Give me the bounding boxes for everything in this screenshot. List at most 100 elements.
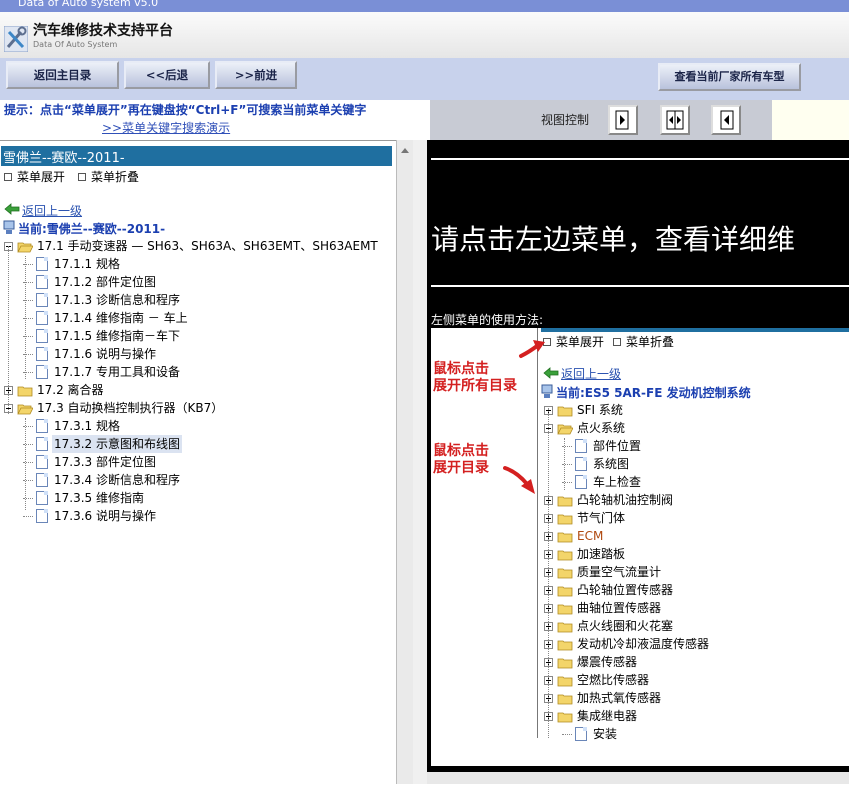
arrow-right-icon bbox=[615, 110, 629, 130]
demo-tree-folder-item: 凸轮轴机油控制阀 bbox=[431, 491, 849, 509]
left-tree-item-label: 17.1.5 维修指南－车下 bbox=[54, 329, 180, 343]
all-models-button[interactable]: 查看当前厂家所有车型 bbox=[658, 63, 801, 91]
demo-title-bar bbox=[541, 328, 849, 332]
menu-collapse-button[interactable]: 菜单折叠 bbox=[78, 168, 139, 185]
left-tree-folder-item[interactable]: 17.1 手动变速器 — SH63、SH63A、SH63EMT、SH63AEMT bbox=[0, 237, 395, 255]
folder-icon bbox=[557, 692, 573, 705]
left-tree-folder-item[interactable]: 17.3 自动换档控制执行器（KB7） bbox=[0, 399, 395, 417]
tree-connector bbox=[548, 408, 549, 738]
tip-text: 提示：点击“菜单展开”再在键盘按“Ctrl+F”可搜索当前菜单关键字 bbox=[4, 103, 367, 117]
document-icon bbox=[36, 455, 48, 469]
left-tree-doc-item[interactable]: 17.1.1 规格 bbox=[0, 255, 395, 273]
demo-tree-item-label: 加热式氧传感器 bbox=[577, 691, 662, 705]
expand-square-icon bbox=[4, 172, 12, 181]
left-tree-item-label: 17.3 自动换档控制执行器（KB7） bbox=[37, 401, 224, 415]
demo-tree-folder-item: SFI 系统 bbox=[431, 401, 849, 419]
left-tree-doc-item[interactable]: 17.1.6 说明与操作 bbox=[0, 345, 395, 363]
left-tree-doc-item[interactable]: 17.3.6 说明与操作 bbox=[0, 507, 395, 525]
left-tree-doc-item[interactable]: 17.3.2 示意图和布线图 bbox=[0, 435, 395, 453]
folder-open-icon bbox=[557, 422, 574, 435]
document-icon bbox=[36, 275, 48, 289]
left-tree-doc-item[interactable]: 17.1.4 维修指南 － 车上 bbox=[0, 309, 395, 327]
demo-tree-item-label: SFI 系统 bbox=[577, 403, 623, 417]
demo-tree-item-label: 加速踏板 bbox=[577, 547, 626, 561]
left-tree-doc-item[interactable]: 17.1.5 维修指南－车下 bbox=[0, 327, 395, 345]
window-titlebar: Data of Auto system v5.0 bbox=[0, 0, 849, 12]
demo-tree-item-label: 点火线圈和火花塞 bbox=[577, 619, 674, 633]
demo-tree-folder-item: ECM bbox=[431, 527, 849, 545]
left-tree-item-label: 17.3.4 诊断信息和程序 bbox=[54, 473, 180, 487]
home-button[interactable]: 返回主目录 bbox=[6, 61, 119, 89]
tree-connector bbox=[562, 734, 572, 735]
tree-connector bbox=[23, 516, 33, 517]
demo-tree-item-label: 部件位置 bbox=[593, 439, 642, 453]
back-arrow-icon bbox=[4, 203, 20, 215]
left-tree-item-label: 17.1.6 说明与操作 bbox=[54, 347, 156, 361]
left-tree-folder-item[interactable]: 17.2 离合器 bbox=[0, 381, 395, 399]
collapse-square-icon bbox=[78, 172, 86, 181]
document-icon bbox=[36, 347, 48, 361]
demo-tree-item-label: 系统图 bbox=[593, 457, 630, 471]
demo-tree-item-label: 集成继电器 bbox=[577, 709, 638, 723]
demo-tree-doc-item: 系统图 bbox=[431, 455, 849, 473]
left-tree-doc-item[interactable]: 17.3.5 维修指南 bbox=[0, 489, 395, 507]
header-right-strip bbox=[772, 100, 849, 140]
tools-logo-icon bbox=[4, 26, 28, 52]
demo-current-location: 当前:ES5 5AR-FE 发动机控制系统 bbox=[556, 386, 751, 400]
demo-computer-icon bbox=[541, 384, 553, 398]
left-scrollbar[interactable] bbox=[396, 140, 414, 784]
expand-left-button[interactable] bbox=[711, 105, 741, 135]
left-tree-item-label: 17.3.1 规格 bbox=[54, 419, 120, 433]
split-arrows-icon bbox=[666, 110, 684, 130]
document-icon bbox=[575, 475, 587, 489]
left-tree-item-label: 17.3.6 说明与操作 bbox=[54, 509, 156, 523]
tree-connector bbox=[564, 438, 565, 490]
left-tree-item-label: 17.3.5 维修指南 bbox=[54, 491, 144, 505]
demo-tree-folder-item: 集成继电器 bbox=[431, 707, 849, 725]
menu-collapse-label: 菜单折叠 bbox=[91, 170, 140, 184]
left-tree-item-label: 17.3.2 示意图和布线图 bbox=[52, 435, 182, 453]
left-tree-doc-item[interactable]: 17.1.2 部件定位图 bbox=[0, 273, 395, 291]
bottom-scrollbar[interactable] bbox=[427, 772, 849, 784]
split-view-button[interactable] bbox=[660, 105, 690, 135]
demo-tree-item-label: ECM bbox=[577, 529, 604, 543]
usage-demo-image: 菜单展开 菜单折叠 返回上一级 当前:ES5 5AR-FE 发动机控制系统 鼠标… bbox=[431, 328, 849, 766]
back-up-link[interactable]: 返回上一级 bbox=[22, 202, 82, 219]
left-tree-item-label: 17.1.7 专用工具和设备 bbox=[54, 365, 180, 379]
left-tree-item-label: 17.1.4 维修指南 － 车上 bbox=[54, 311, 188, 325]
left-tree-doc-item[interactable]: 17.3.4 诊断信息和程序 bbox=[0, 471, 395, 489]
demo-tree-doc-item: 车上检查 bbox=[431, 473, 849, 491]
document-icon bbox=[36, 473, 48, 487]
demo-tree-item-label: 发动机冷却液温度传感器 bbox=[577, 637, 710, 651]
demo-tree-item-label: 曲轴位置传感器 bbox=[577, 601, 662, 615]
document-icon bbox=[575, 457, 587, 471]
left-tree-doc-item[interactable]: 17.1.3 诊断信息和程序 bbox=[0, 291, 395, 309]
back-button[interactable]: <<后退 bbox=[124, 61, 210, 89]
expand-right-button[interactable] bbox=[608, 105, 638, 135]
left-tree-doc-item[interactable]: 17.3.1 规格 bbox=[0, 417, 395, 435]
folder-icon bbox=[557, 404, 573, 417]
demo-tree-item-label: 车上检查 bbox=[593, 475, 642, 489]
demo-expand-label: 菜单展开 bbox=[556, 335, 605, 349]
folder-open-icon bbox=[17, 402, 34, 415]
demo-tree-item-label: 安装 bbox=[593, 727, 618, 741]
search-demo-link[interactable]: >>菜单关键字搜索演示 bbox=[102, 119, 230, 136]
document-icon bbox=[36, 419, 48, 433]
left-tree-doc-item[interactable]: 17.1.7 专用工具和设备 bbox=[0, 363, 395, 381]
forward-button[interactable]: >>前进 bbox=[215, 61, 297, 89]
demo-tree-folder-item: 发动机冷却液温度传感器 bbox=[431, 635, 849, 653]
demo-tree-folder-item: 点火系统 bbox=[431, 419, 849, 437]
folder-icon bbox=[557, 656, 573, 669]
demo-collapse-label: 菜单折叠 bbox=[626, 335, 675, 349]
demo-tree-item-label: 点火系统 bbox=[577, 421, 626, 435]
menu-expand-button[interactable]: 菜单展开 bbox=[4, 168, 65, 185]
folder-icon bbox=[557, 602, 573, 615]
demo-tree-item-label: 爆震传感器 bbox=[577, 655, 638, 669]
tree-connector bbox=[25, 256, 26, 379]
left-tree-doc-item[interactable]: 17.3.3 部件定位图 bbox=[0, 453, 395, 471]
folder-icon bbox=[557, 548, 573, 561]
demo-tree-folder-item: 爆震传感器 bbox=[431, 653, 849, 671]
document-icon bbox=[575, 439, 587, 453]
demo-back-link: 返回上一级 bbox=[561, 367, 622, 381]
scroll-up-icon[interactable] bbox=[400, 146, 410, 154]
